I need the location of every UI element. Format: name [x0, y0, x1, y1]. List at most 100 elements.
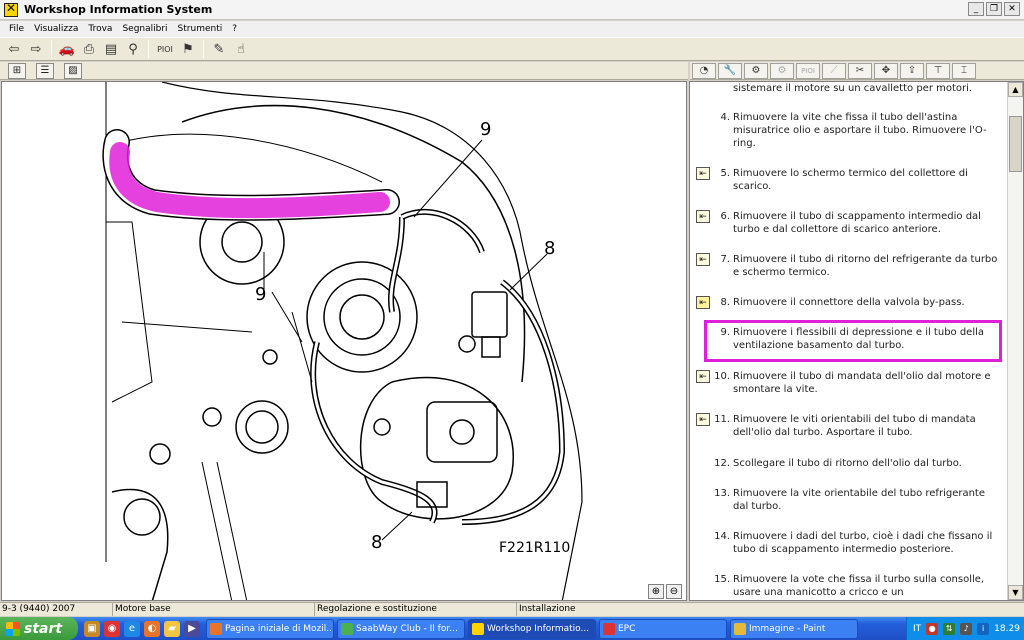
special-tools-icon[interactable]: ✂	[848, 62, 872, 79]
zoom-out-icon[interactable]: ⊖	[666, 584, 682, 599]
chrome-icon	[341, 622, 353, 635]
step-text: Scollegare il tubo di ritorno dell'olio …	[733, 458, 962, 469]
task-label: SaabWay Club - Il for...	[356, 623, 458, 634]
wrench-icon[interactable]: 🔧	[718, 62, 742, 79]
restore-button[interactable]: ❐	[986, 2, 1002, 16]
connector-icon[interactable]: ⇤	[696, 296, 710, 309]
status-model: 9-3 (9440) 2007	[0, 603, 113, 616]
task-chrome[interactable]: SaabWay Club - Il for...	[337, 618, 465, 639]
step-item: ⇤ 6. Rimuovere il tubo di scappamento in…	[690, 210, 1008, 237]
binoculars-icon[interactable]: ⚲	[123, 39, 143, 59]
task-firefox[interactable]: Pagina iniziale di Mozil...	[206, 618, 334, 639]
book-icon[interactable]: ▤	[101, 39, 121, 59]
step-text: Rimuovere la vote che fissa il turbo sul…	[733, 574, 985, 598]
folder-icon[interactable]: ▰	[164, 620, 180, 637]
show-desktop-icon[interactable]: ▣	[84, 620, 100, 637]
scroll-thumb[interactable]	[1009, 116, 1022, 172]
figure-code: F221R110	[499, 540, 571, 556]
taskbar: start ▣ ◉ e ◐ ▰ ▶ Pagina iniziale di Moz…	[0, 617, 1024, 640]
pioi-tab-button[interactable]: PIOI	[796, 62, 820, 79]
instructions-scrollbar[interactable]: ▲ ▼	[1007, 82, 1023, 600]
step-number: 13.	[714, 488, 730, 499]
network-icon[interactable]: ⇅	[943, 622, 956, 635]
arrow-in-icon[interactable]: ⇤	[696, 253, 710, 266]
diagram-pane-toolbar: ⊞ ☰ ▨	[0, 62, 688, 80]
menu-help[interactable]: ?	[227, 24, 242, 34]
step-text: Rimuovere i flessibili di depressione e …	[733, 327, 985, 351]
step-number: 15.	[714, 574, 730, 585]
callout-9-left: 9	[255, 284, 267, 305]
workshop-icon	[472, 622, 484, 635]
minimize-button[interactable]: _	[968, 2, 984, 16]
scroll-down-icon[interactable]: ▼	[1008, 585, 1023, 600]
document-view-icon[interactable]: ☰	[36, 62, 54, 79]
step-text: Rimuovere la vite che fissa il tubo dell…	[733, 112, 987, 149]
workshop-window: Workshop Information System _ ❐ ✕ File V…	[0, 0, 1024, 640]
tool-icon[interactable]: ⟋	[822, 62, 846, 79]
scroll-up-icon[interactable]: ▲	[1008, 82, 1023, 97]
forward-arrow-icon[interactable]: ⇨	[26, 39, 46, 59]
firefox-icon[interactable]: ◐	[144, 620, 160, 637]
step-text: Rimuovere il tubo di mandata dell'olio d…	[733, 371, 991, 395]
menu-file[interactable]: File	[4, 24, 29, 34]
clock: 18.29	[994, 623, 1020, 634]
step-item: ⇤ 8. Rimuovere il connettore della valvo…	[690, 296, 1008, 310]
task-epc[interactable]: EPC	[599, 618, 727, 639]
arrow-in-icon[interactable]: ⇤	[696, 413, 710, 426]
task-label: Workshop Informatio...	[487, 623, 590, 634]
close-button[interactable]: ✕	[1004, 2, 1020, 16]
callout-8-right: 8	[544, 238, 556, 259]
zoom-in-icon[interactable]: ⊕	[648, 584, 664, 599]
parts-icon[interactable]: ⚙	[770, 62, 794, 79]
step-text: Rimuovere il tubo di ritorno del refrige…	[733, 254, 998, 278]
pencil-icon[interactable]: ✎	[209, 39, 229, 59]
measure-icon[interactable]: ⊤	[926, 62, 950, 79]
gauge-icon[interactable]: ◔	[692, 62, 716, 79]
stamp-icon[interactable]: ⚑	[178, 39, 198, 59]
back-arrow-icon[interactable]: ⇦	[4, 39, 24, 59]
arrow-in-icon[interactable]: ⇤	[696, 167, 710, 180]
step-text: Rimuovere lo schermo termico del collett…	[733, 168, 968, 192]
chrome-icon[interactable]: ◉	[104, 620, 120, 637]
info-icon[interactable]: i	[977, 622, 990, 635]
menu-trova[interactable]: Trova	[83, 24, 117, 34]
quick-launch: ▣ ◉ e ◐ ▰ ▶	[78, 620, 206, 637]
step-text: Rimuovere il tubo di scappamento interme…	[733, 211, 981, 235]
step-text: sistemare il motore su un cavalletto per…	[733, 83, 973, 94]
step-number: 8.	[720, 297, 730, 308]
pioi-button[interactable]: PIOI	[154, 39, 176, 59]
bench-icon[interactable]: ⌶	[952, 62, 976, 79]
language-indicator[interactable]: IT	[913, 624, 921, 634]
lift-icon[interactable]: ⇪	[900, 62, 924, 79]
start-button[interactable]: start	[0, 617, 78, 640]
volume-icon[interactable]: ♪	[960, 622, 973, 635]
menu-segnalibri[interactable]: Segnalibri	[117, 24, 172, 34]
antivirus-icon[interactable]: ●	[926, 622, 939, 635]
media-icon[interactable]: ▶	[184, 620, 200, 637]
menu-visualizza[interactable]: Visualizza	[29, 24, 83, 34]
window-controls: _ ❐ ✕	[968, 2, 1020, 16]
task-workshop[interactable]: Workshop Informatio...	[468, 618, 596, 639]
diagram-pane: 9 9 8 8 F221R110	[1, 81, 687, 601]
print-icon[interactable]: ⎙	[79, 39, 99, 59]
tree-view-icon[interactable]: ⊞	[8, 62, 26, 79]
task-paint[interactable]: Immagine - Paint	[730, 618, 858, 639]
arrow-in-icon[interactable]: ⇤	[696, 210, 710, 223]
step-item: 14. Rimuovere i dadi del turbo, cioè i d…	[690, 530, 1008, 557]
step-number: 10.	[714, 371, 730, 382]
task-label: Pagina iniziale di Mozil...	[225, 623, 334, 634]
arrow-in-icon[interactable]: ⇤	[696, 370, 710, 383]
pointer-icon[interactable]: ☝	[231, 39, 251, 59]
ie-icon[interactable]: e	[124, 620, 140, 637]
car-icon[interactable]: 🚗	[57, 39, 77, 59]
move-icon[interactable]: ✥	[874, 62, 898, 79]
step-item: 13. Rimuovere la vite orientabile del tu…	[690, 487, 1008, 514]
menu-strumenti[interactable]: Strumenti	[173, 24, 228, 34]
gears-icon[interactable]: ⚙	[744, 62, 768, 79]
highlighted-hose	[109, 142, 390, 219]
step-item: 4. Rimuovere la vite che fissa il tubo d…	[690, 111, 1008, 151]
step-item: ⇤ 5. Rimuovere lo schermo termico del co…	[690, 167, 1008, 194]
image-view-icon[interactable]: ▨	[64, 62, 82, 79]
task-label: Immagine - Paint	[749, 623, 826, 634]
engine-diagram	[102, 82, 583, 600]
